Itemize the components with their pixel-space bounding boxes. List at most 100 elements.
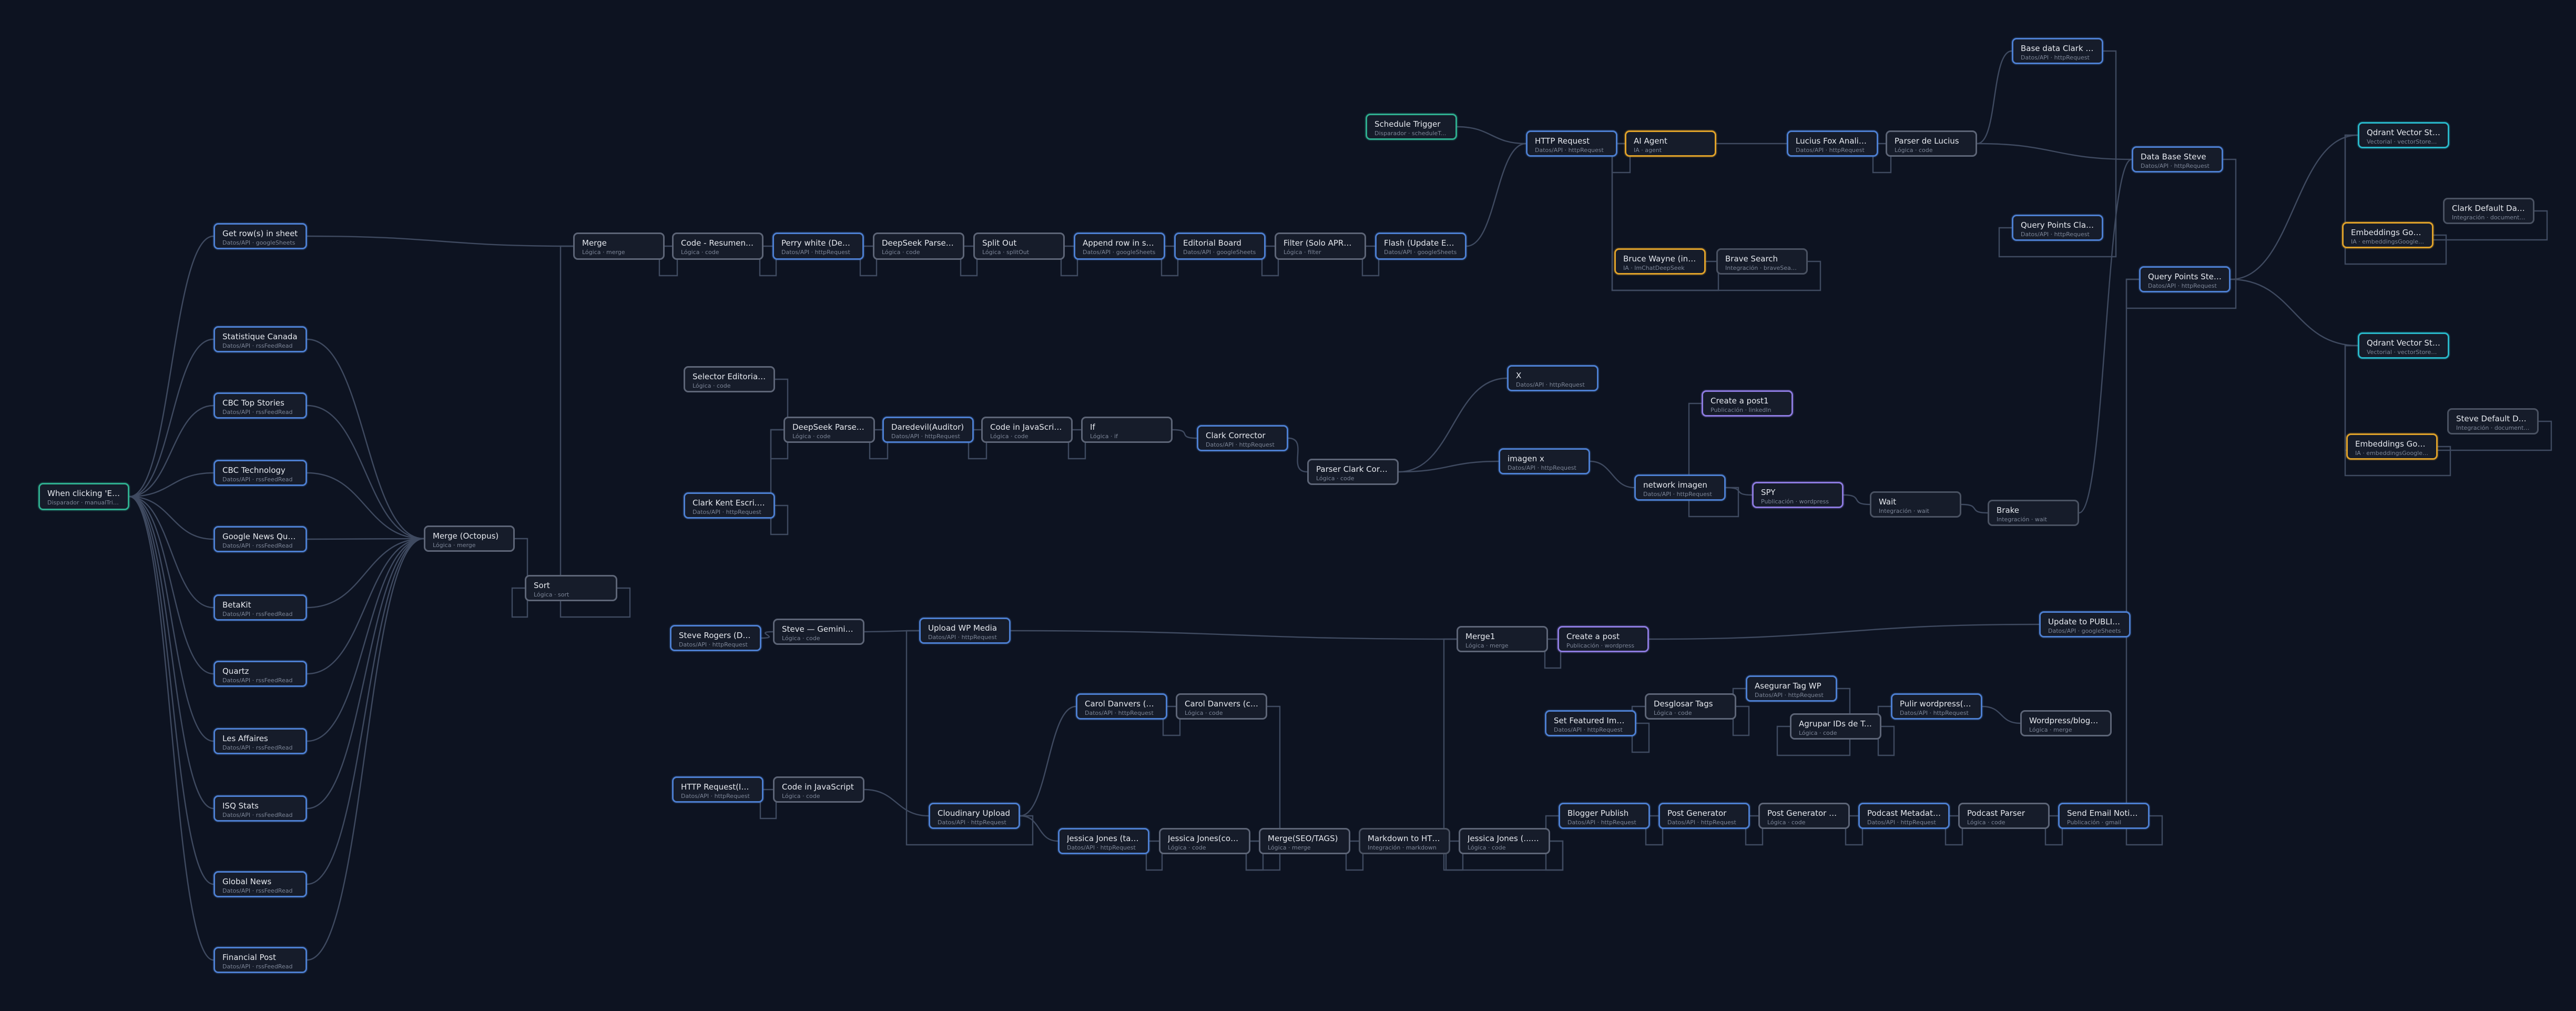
node-httpimg[interactable]: HTTP Request(Image/Google)Datos/API · ht…: [672, 776, 763, 803]
node-sendemail[interactable]: Send Email NotificationPublicación · gma…: [2058, 803, 2150, 829]
node-agrupar[interactable]: Agrupar IDs de Tags Lógica · code: [1790, 713, 1881, 740]
node-subtitle: Lógica · code: [792, 433, 831, 440]
node-betakit[interactable]: BetaKit Datos/API · rssFeedRead: [213, 594, 307, 621]
node-mergeseo[interactable]: Merge(SEO/TAGS) Lógica · merge: [1259, 828, 1350, 854]
node-manual[interactable]: When clicking 'E...workflow'Disparador ·…: [38, 483, 129, 510]
node-qpclark2[interactable]: Query Points Clark2 Datos/API · httpReque…: [2012, 215, 2103, 241]
node-mergeoct[interactable]: Merge (Octopus) Lógica · merge: [424, 525, 515, 552]
node-subtitle: Lógica · code: [1316, 475, 1355, 482]
node-codejs[interactable]: Code in JavaScript Lógica · code: [773, 776, 864, 803]
node-globalnews[interactable]: Global News Datos/API · rssFeedRead: [213, 871, 307, 897]
node-stevegemini[interactable]: Steve — Gemini FormatterLógica · code: [773, 619, 864, 645]
node-clarkesc[interactable]: Clark Kent Escri...DeepSeek)Datos/API · …: [684, 492, 775, 519]
node-createpost[interactable]: Create a post Publicación · wordpress: [1557, 626, 1649, 652]
node-finpost[interactable]: Financial Post Datos/API · rssFeedRead: [213, 947, 307, 973]
node-schedule[interactable]: Schedule Trigger Disparador · scheduleTri…: [1366, 114, 1457, 140]
node-setimg[interactable]: Set Featured Image Datos/API · httpReques…: [1545, 710, 1636, 736]
node-podmeta[interactable]: Podcast Metadata GeneratorDatos/API · ht…: [1858, 803, 1950, 829]
node-subtitle: Datos/API · httpRequest: [2148, 282, 2217, 289]
node-sort[interactable]: Sort Lógica · sort: [525, 575, 617, 601]
node-statcan[interactable]: Statistique Canada Datos/API · rssFeedRea…: [213, 326, 307, 352]
workflow-canvas[interactable]: When clicking 'E...workflow'Disparador ·…: [0, 0, 2576, 1011]
node-title: Financial Post: [222, 953, 276, 962]
node-embed2[interactable]: Embeddings Google Gemini1IA · embeddings…: [2346, 433, 2438, 460]
node-dbsteve[interactable]: Data Base Steve Datos/API · httpRequest: [2132, 146, 2223, 173]
node-embed1[interactable]: Embeddings Google GeminiIA · embeddingsG…: [2342, 222, 2434, 248]
node-update[interactable]: Update to PUBLICADO Datos/API · googleShe…: [2039, 611, 2131, 638]
node-codejs1[interactable]: Code in JavaScript1 Lógica · code: [981, 417, 1073, 443]
node-postgenparser[interactable]: Post Generator ParserLógica · code: [1758, 803, 1850, 829]
node-carolseo[interactable]: Carol Danvers (SEO) Datos/API · httpReque…: [1076, 693, 1167, 720]
node-flash[interactable]: Flash (Update Estado)Datos/API · googleS…: [1375, 232, 1467, 260]
node-isq[interactable]: ISQ Stats Datos/API · rssFeedRead: [213, 795, 307, 822]
node-subtitle: Lógica · code: [1185, 710, 1223, 716]
node-subtitle: Lógica · merge: [1465, 642, 1509, 649]
node-bloggerpub[interactable]: Blogger Publish Datos/API · httpRequest: [1559, 803, 1650, 829]
node-postgen[interactable]: Post Generator Datos/API · httpRequest: [1658, 803, 1750, 829]
node-clarkcorr[interactable]: Clark Corrector Datos/API · httpRequest: [1197, 425, 1288, 451]
node-merge2[interactable]: Merge1 Lógica · merge: [1457, 626, 1548, 652]
node-parserclark[interactable]: Parser Clark CorrectorLógica · code: [1307, 459, 1399, 485]
node-jjtags[interactable]: Jessica Jones (tags) Datos/API · httpRequ…: [1058, 828, 1149, 854]
node-title: Jessica Jones(code): [1168, 834, 1241, 843]
node-if[interactable]: If Lógica · if: [1081, 417, 1173, 443]
node-jjcode[interactable]: Jessica Jones(code) Lógica · code: [1159, 828, 1250, 854]
node-subtitle: Lógica · code: [1168, 844, 1206, 851]
node-md2html[interactable]: Markdown to HTML Integración · markdown: [1359, 828, 1450, 854]
node-qdsteve[interactable]: Qdrant Vector Steve Vectorial · vectorSto…: [2358, 332, 2449, 359]
node-daredevil[interactable]: Daredevil(Auditor) Datos/API · httpReques…: [882, 417, 974, 443]
node-edboard[interactable]: Editorial Board Datos/API · googleSheets: [1174, 232, 1266, 260]
node-wpblogger[interactable]: Wordpress/blogger Lógica · merge: [2020, 710, 2112, 736]
node-cbctop[interactable]: CBC Top Stories Datos/API · rssFeedRead: [213, 392, 307, 419]
node-asegurar[interactable]: Asegurar Tag WP Datos/API · httpRequest: [1746, 675, 1837, 702]
node-subtitle: Datos/API · httpRequest: [1554, 726, 1623, 733]
node-getrows[interactable]: Get row(s) in sheet Datos/API · googleShe…: [213, 223, 307, 249]
node-createpost1[interactable]: Create a post1 Publicación · linkedIn: [1702, 390, 1793, 417]
node-parserlucius[interactable]: Parser de Lucius Lógica · code: [1886, 130, 1977, 157]
node-spy[interactable]: SPY Publicación · wordpress: [1752, 482, 1844, 508]
node-podparser[interactable]: Podcast Parser Lógica · code: [1958, 803, 2050, 829]
node-dsperry[interactable]: DeepSeek Parser (Perry)Lógica · code: [873, 232, 964, 260]
node-title: Jessica Jones (tags): [1067, 834, 1141, 843]
node-cbctech[interactable]: CBC Technology Datos/API · rssFeedRead: [213, 460, 307, 486]
node-jjwp[interactable]: Jessica Jones (...ordpress)Lógica · code: [1459, 828, 1550, 854]
node-splitout[interactable]: Split Out Lógica · splitOut: [973, 232, 1065, 260]
node-luciusfox[interactable]: Lucius Fox Analista Datos/API · httpReque…: [1787, 130, 1878, 157]
node-coderes[interactable]: Code - Resumen NoticiasLógica · code: [672, 232, 763, 260]
node-perry[interactable]: Perry white (DeepSeek)Datos/API · httpRe…: [772, 232, 864, 260]
node-clarkloader[interactable]: Clark Default Data LoaderIntegración · d…: [2443, 198, 2534, 224]
node-title: Parser Clark Corrector: [1316, 464, 1390, 474]
node-wait[interactable]: Wait Integración · wait: [1870, 491, 1961, 518]
node-qpsteve2[interactable]: Query Points Steve2 Datos/API · httpReque…: [2139, 266, 2231, 292]
node-bdclark[interactable]: Base data Clark kentDatos/API · httpRequ…: [2012, 38, 2103, 64]
node-subtitle: Lógica · if: [1090, 433, 1118, 440]
node-steverogers[interactable]: Steve Rogers (DeepSeek)Datos/API · httpR…: [670, 625, 761, 651]
node-subtitle: Datos/API · rssFeedRead: [222, 476, 293, 483]
node-carolcode[interactable]: Carol Danvers (code)Lógica · code: [1176, 693, 1267, 720]
node-qdclark[interactable]: Qdrant Vector Store ClarkVectorial · vec…: [2358, 122, 2449, 148]
node-subtitle: IA · lmChatDeepSeek: [1623, 265, 1685, 271]
node-aiagent[interactable]: AI Agent IA · agent: [1625, 130, 1716, 157]
node-gnq[interactable]: Google News QuebecDatos/API · rssFeedRea…: [213, 526, 307, 552]
node-pulir[interactable]: Pulir wordpress(TAGS)Datos/API · httpReq…: [1891, 693, 1982, 720]
node-subtitle: Datos/API · rssFeedRead: [222, 611, 293, 618]
node-bruce[interactable]: Bruce Wayne (investigador)IA · lmChatDee…: [1614, 248, 1706, 275]
node-subtitle: Lógica · filter: [1284, 249, 1321, 256]
node-uploadwp[interactable]: Upload WP Media Datos/API · httpRequest: [919, 618, 1011, 644]
node-imagenx[interactable]: imagen x Datos/API · httpRequest: [1499, 448, 1590, 474]
node-dsclark[interactable]: DeepSeek Parser (Clark)Lógica · code: [783, 417, 875, 443]
node-append[interactable]: Append row in sheet Datos/API · googleShe…: [1074, 232, 1165, 260]
node-x[interactable]: X Datos/API · httpRequest: [1507, 365, 1598, 391]
node-desglosar[interactable]: Desglosar Tags Lógica · code: [1645, 693, 1736, 720]
node-affaires[interactable]: Les Affaires Datos/API · rssFeedRead: [213, 728, 307, 754]
node-netimg[interactable]: network imagen Datos/API · httpRequest: [1634, 474, 1726, 501]
node-cloudinary[interactable]: Cloudinary Upload Datos/API · httpRequest: [929, 803, 1020, 829]
node-brake[interactable]: Brake Integración · wait: [1988, 500, 2079, 526]
node-httpreq[interactable]: HTTP Request Datos/API · httpRequest: [1526, 130, 1617, 157]
node-selector[interactable]: Selector Editorial (Clark)Lógica · code: [684, 366, 775, 392]
node-merge1[interactable]: Merge Lógica · merge: [573, 232, 665, 260]
node-quartz[interactable]: Quartz Datos/API · rssFeedRead: [213, 661, 307, 687]
node-filter[interactable]: Filter (Solo APROBADO)Lógica · filter: [1275, 232, 1366, 260]
node-brave[interactable]: Brave SearchIntegración · braveSearchToo…: [1716, 248, 1808, 275]
node-steveloader[interactable]: Steve Default Data Loader1Integración · …: [2447, 408, 2539, 434]
